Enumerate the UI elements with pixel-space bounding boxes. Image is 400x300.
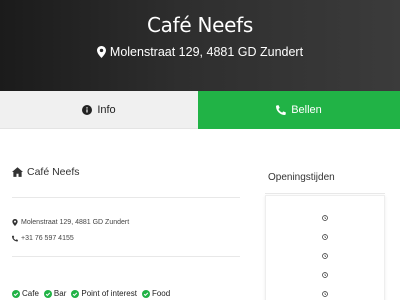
tab-bar: Info Bellen bbox=[0, 91, 400, 129]
tag-list: Cafe Bar Point of interest Food bbox=[12, 289, 170, 298]
hours-row bbox=[266, 284, 384, 300]
tag-label: Bar bbox=[53, 289, 67, 298]
opening-hours-title: Openingstijden bbox=[268, 172, 335, 183]
clock-icon bbox=[322, 214, 328, 221]
tag-item: Food bbox=[141, 289, 171, 298]
map-marker-icon bbox=[96, 46, 106, 58]
tag-label: Cafe bbox=[22, 289, 39, 298]
hours-row bbox=[266, 227, 384, 246]
address-text: Molenstraat 129, 4881 GD Zundert bbox=[21, 219, 130, 226]
hours-row bbox=[266, 208, 384, 227]
tab-bellen-label: Bellen bbox=[291, 104, 322, 116]
phone-text: +31 76 597 4155 bbox=[21, 235, 74, 242]
hours-row bbox=[266, 246, 384, 265]
tag-item: Bar bbox=[43, 289, 67, 298]
check-circle-icon bbox=[71, 289, 80, 298]
opening-hours-box bbox=[265, 195, 385, 300]
address-row: Molenstraat 129, 4881 GD Zundert bbox=[12, 219, 129, 226]
check-circle-icon bbox=[141, 289, 150, 298]
divider bbox=[12, 197, 240, 198]
tab-info-label: Info bbox=[97, 103, 116, 116]
page-title: Café Neefs bbox=[147, 13, 253, 37]
check-circle-icon bbox=[12, 289, 20, 298]
tab-info[interactable]: Info bbox=[0, 91, 198, 129]
place-name: Café Neefs bbox=[12, 166, 80, 178]
hero-banner: Café Neefs Molenstraat 129, 4881 GD Zund… bbox=[0, 0, 400, 91]
divider bbox=[265, 193, 385, 194]
map-marker-icon bbox=[12, 219, 18, 226]
clock-icon bbox=[322, 233, 328, 240]
tag-label: Point of interest bbox=[81, 289, 137, 298]
info-circle-icon bbox=[82, 104, 93, 115]
clock-icon bbox=[322, 271, 328, 278]
tag-label: Food bbox=[151, 289, 171, 298]
check-circle-icon bbox=[43, 289, 52, 298]
header-address: Molenstraat 129, 4881 GD Zundert bbox=[0, 45, 400, 59]
tag-item: Cafe bbox=[12, 289, 39, 298]
home-icon bbox=[12, 167, 23, 177]
tag-item: Point of interest bbox=[71, 289, 137, 298]
tab-bellen[interactable]: Bellen bbox=[198, 91, 400, 129]
phone-icon bbox=[276, 105, 287, 115]
details-panel: Café Neefs Molenstraat 129, 4881 GD Zund… bbox=[0, 129, 400, 300]
clock-icon bbox=[322, 252, 328, 259]
place-name-text: Café Neefs bbox=[27, 166, 80, 178]
hours-row bbox=[266, 265, 384, 284]
divider bbox=[12, 256, 240, 257]
header-address-text: Molenstraat 129, 4881 GD Zundert bbox=[109, 45, 304, 59]
phone-row[interactable]: +31 76 597 4155 bbox=[12, 235, 74, 242]
phone-icon bbox=[12, 235, 18, 242]
clock-icon bbox=[322, 290, 328, 297]
